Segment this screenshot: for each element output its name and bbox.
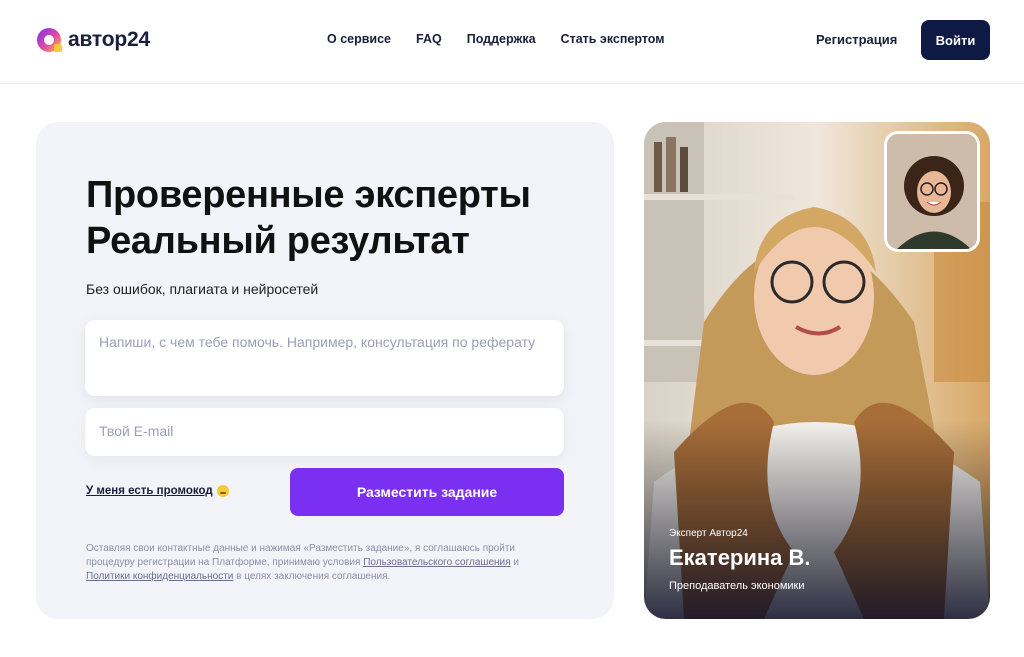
register-link[interactable]: Регистрация <box>816 32 897 47</box>
user-agreement-link[interactable]: Пользовательского соглашения <box>363 557 510 568</box>
emoji-icon <box>216 485 229 497</box>
logo-text: автор24 <box>68 28 150 51</box>
promo-code-link[interactable]: У меня есть промокод <box>86 485 229 497</box>
nav-support[interactable]: Поддержка <box>467 32 536 46</box>
logo[interactable]: автор24 <box>36 26 150 54</box>
nav-about[interactable]: О сервисе <box>327 32 391 46</box>
nav-faq[interactable]: FAQ <box>416 32 442 46</box>
expert-video-thumbnail <box>884 131 980 252</box>
title-line-1: Проверенные эксперты <box>86 174 531 216</box>
task-input[interactable]: Напиши, с чем тебе помочь. Например, кон… <box>85 320 564 396</box>
legal-notice: Оставляя свои контактные данные и нажима… <box>86 542 546 584</box>
legal-and: и <box>510 557 519 568</box>
expert-role: Преподаватель экономики <box>669 580 805 592</box>
privacy-policy-link[interactable]: Политики конфиденциальности <box>86 571 233 582</box>
main-nav: О сервисе FAQ Поддержка Стать экспертом <box>327 32 665 46</box>
expert-name: Екатерина В. <box>669 545 811 570</box>
site-header: автор24 О сервисе FAQ Поддержка Стать эк… <box>0 0 1024 84</box>
expert-label: Эксперт Автор24 <box>669 528 748 539</box>
promo-code-label: У меня есть промокод <box>86 485 213 497</box>
page-subtitle: Без ошибок, плагиата и нейросетей <box>86 281 319 297</box>
title-line-2: Реальный результат <box>86 220 470 262</box>
legal-text-2: в целях заключения соглашения. <box>233 571 391 582</box>
email-field[interactable]: Твой E-mail <box>85 408 564 456</box>
logo-icon <box>37 28 62 52</box>
login-button[interactable]: Войти <box>921 20 990 60</box>
page-title: Проверенные эксперты Реальный результат <box>86 172 531 264</box>
nav-become-expert[interactable]: Стать экспертом <box>561 32 665 46</box>
submit-task-button[interactable]: Разместить задание <box>290 468 564 516</box>
